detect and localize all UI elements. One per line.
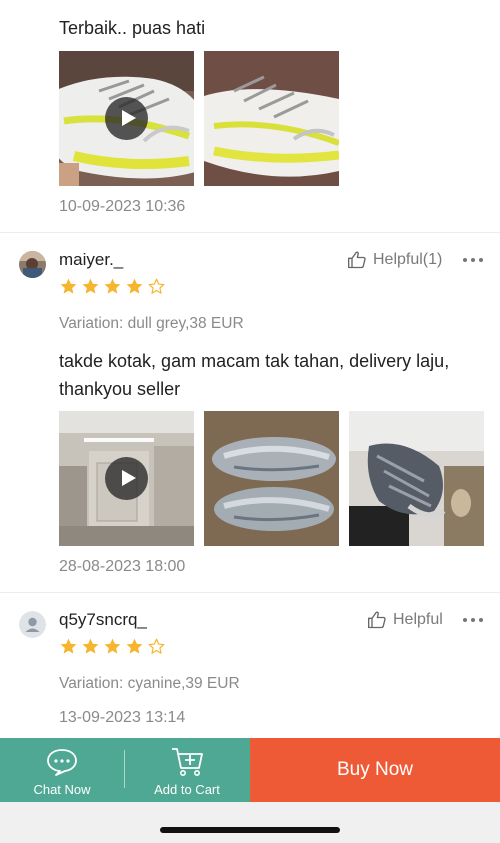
star-icon: [82, 278, 99, 294]
review-video-thumb[interactable]: [59, 411, 194, 546]
play-icon: [105, 457, 148, 500]
bottom-action-bar: Chat Now Add to Cart Buy Now: [0, 738, 500, 802]
avatar-placeholder-icon[interactable]: [19, 611, 46, 638]
thumb-up-icon: [368, 611, 386, 629]
star-icon: [104, 278, 121, 294]
review-video-thumb[interactable]: [59, 51, 194, 186]
review-image-thumb[interactable]: [204, 411, 339, 546]
star-icon: [104, 638, 121, 654]
home-indicator-area: [0, 802, 500, 843]
cart-plus-icon: [172, 748, 203, 776]
username: q5y7sncrq_: [59, 610, 147, 629]
thumb-up-icon: [348, 251, 366, 269]
variation-text: Variation: dull grey,38 EUR: [59, 315, 244, 332]
star-rating: [59, 637, 166, 657]
star-icon: [60, 278, 77, 294]
helpful-button[interactable]: Helpful: [367, 610, 443, 630]
star-empty-icon: [148, 278, 165, 294]
star-icon: [82, 638, 99, 654]
review-date: 13-09-2023 13:14: [59, 709, 186, 726]
review-image-thumb[interactable]: [204, 51, 339, 186]
helpful-label: Helpful(1): [373, 251, 443, 268]
add-to-cart-label: Add to Cart: [154, 782, 220, 797]
review-image-thumb[interactable]: [349, 411, 484, 546]
username: maiyer._: [59, 250, 124, 269]
chat-icon: [47, 749, 77, 776]
review-comment-line-1: takde kotak, gam macam tak tahan, delive…: [59, 351, 450, 371]
star-icon: [60, 638, 77, 654]
review-date: 28-08-2023 18:00: [59, 558, 186, 575]
add-to-cart-button[interactable]: Add to Cart: [125, 738, 249, 802]
chat-now-button[interactable]: Chat Now: [0, 738, 124, 802]
play-icon: [105, 97, 148, 140]
star-icon: [126, 278, 143, 294]
review-divider: [0, 592, 500, 593]
review-comment-line-2: thankyou seller: [59, 379, 181, 399]
star-icon: [126, 638, 143, 654]
review-divider: [0, 232, 500, 233]
bottom-bar-left: Chat Now Add to Cart: [0, 738, 250, 802]
review-date: 10-09-2023 10:36: [59, 198, 186, 215]
more-icon[interactable]: [463, 618, 483, 622]
variation-text: Variation: cyanine,39 EUR: [59, 675, 240, 692]
home-indicator[interactable]: [160, 827, 340, 833]
helpful-label: Helpful: [393, 611, 443, 628]
buy-now-button[interactable]: Buy Now: [250, 738, 500, 802]
star-rating: [59, 277, 166, 297]
review-comment: Terbaik.. puas hati: [59, 18, 206, 38]
chat-now-label: Chat Now: [33, 782, 91, 797]
star-empty-icon: [148, 638, 165, 654]
more-icon[interactable]: [463, 258, 483, 262]
helpful-button[interactable]: Helpful(1): [347, 250, 442, 270]
avatar[interactable]: [19, 251, 46, 278]
